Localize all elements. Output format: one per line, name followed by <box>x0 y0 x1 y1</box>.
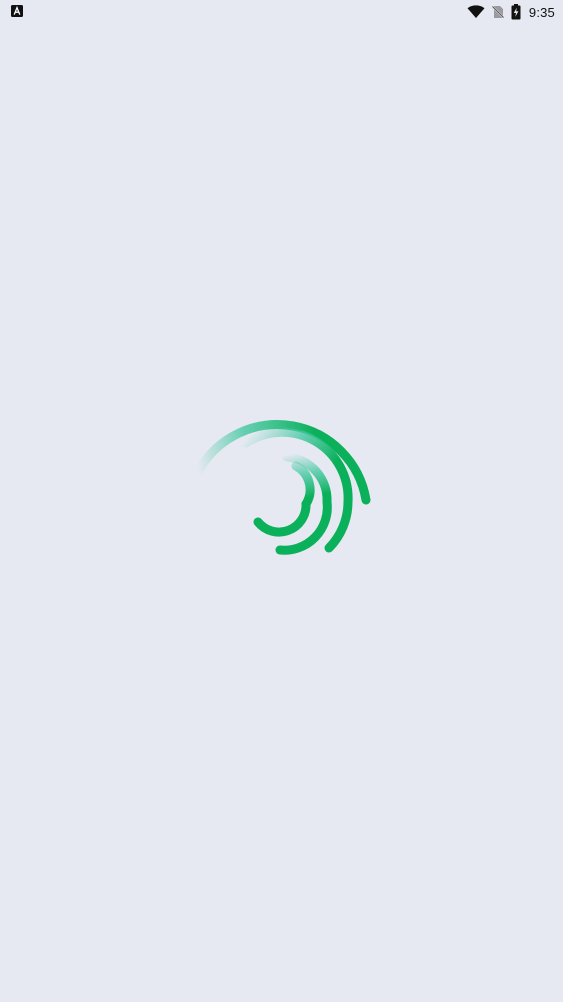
font-a-icon <box>11 5 23 17</box>
battery-charging-icon <box>511 4 521 20</box>
loading-spinner <box>195 405 375 560</box>
status-bar: 9:35 <box>0 0 563 24</box>
splash-screen: 9:35 <box>0 0 563 1002</box>
status-icons: 9:35 <box>467 2 555 22</box>
spinner-icon <box>195 420 371 555</box>
status-time: 9:35 <box>528 4 555 20</box>
no-sim-icon <box>491 5 505 19</box>
wifi-icon <box>467 5 485 19</box>
